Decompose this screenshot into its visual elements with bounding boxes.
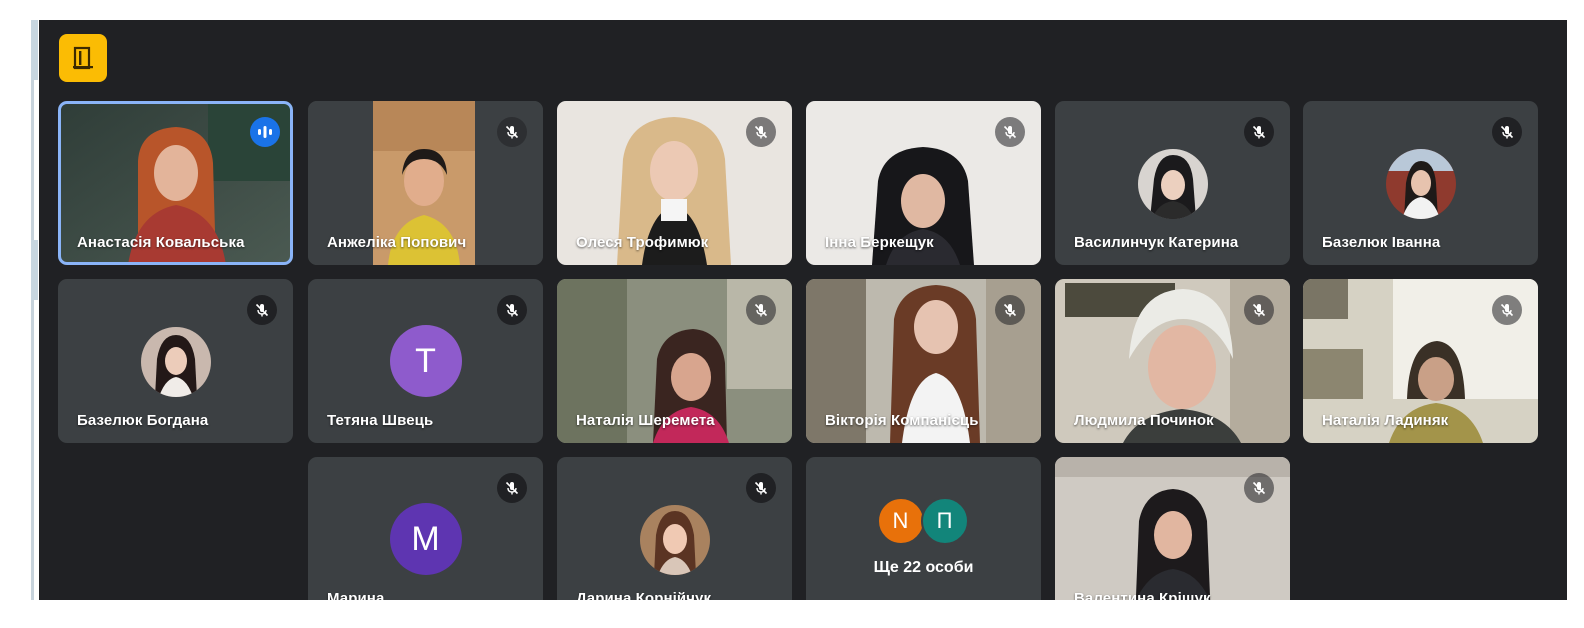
avatar-letter: N — [876, 497, 925, 545]
more-participants-label: Ще 22 особи — [873, 559, 974, 576]
avatar-letter: М — [389, 503, 462, 575]
participant-name: Олеся Трофимюк — [576, 234, 709, 251]
avatar — [140, 327, 211, 397]
participant-tile[interactable]: М Марина — [308, 457, 543, 600]
participant-name: Тетяна Швець — [327, 412, 434, 429]
mic-off-icon — [1492, 117, 1522, 147]
participant-name: Базелюк Іванна — [1322, 234, 1441, 251]
participant-name: Анастасія Ковальська — [77, 234, 245, 251]
participant-tile[interactable]: Дарина Корнійчук — [557, 457, 792, 600]
participant-tile[interactable]: Наталія Ладиняк — [1303, 279, 1538, 443]
mic-off-icon — [746, 473, 776, 503]
meeting-grid: Анастасія Ковальська Анжеліка Попович Ол… — [39, 20, 1567, 600]
avatar-letter: Т — [389, 325, 462, 397]
left-window-edge — [0, 20, 38, 600]
avatar-letter: П — [920, 497, 969, 545]
participant-name: Василинчук Катерина — [1074, 234, 1239, 251]
mic-off-icon — [247, 295, 277, 325]
participant-name: Анжеліка Попович — [327, 234, 467, 251]
mic-off-icon — [1492, 295, 1522, 325]
participant-tile[interactable]: Валентина Кріщук — [1055, 457, 1290, 600]
participant-tile[interactable]: Анжеліка Попович — [308, 101, 543, 265]
participant-tile[interactable]: Інна Беркещук — [806, 101, 1041, 265]
mic-off-icon — [1244, 117, 1274, 147]
participant-name: Наталія Шеремета — [576, 412, 715, 429]
participant-tile[interactable]: Наталія Шеремета — [557, 279, 792, 443]
speaking-indicator-icon — [250, 117, 280, 147]
participant-name: Інна Беркещук — [825, 234, 934, 251]
mic-off-icon — [1244, 473, 1274, 503]
participant-name: Дарина Корнійчук — [576, 590, 712, 600]
participant-tile[interactable]: Анастасія Ковальська — [58, 101, 293, 265]
more-participants-tile[interactable]: N П Ще 22 особи — [806, 457, 1041, 600]
participant-name: Марина — [327, 590, 385, 600]
participant-tile[interactable]: Вікторія Компанієць — [806, 279, 1041, 443]
mic-off-icon — [1244, 295, 1274, 325]
avatar — [639, 505, 710, 575]
door-exit-icon[interactable] — [59, 34, 107, 82]
participant-tile[interactable]: Василинчук Катерина — [1055, 101, 1290, 265]
avatar — [1137, 149, 1208, 219]
mic-off-icon — [497, 295, 527, 325]
participant-name: Наталія Ладиняк — [1322, 412, 1449, 429]
mic-off-icon — [995, 295, 1025, 325]
mic-off-icon — [995, 117, 1025, 147]
participant-name: Базелюк Богдана — [77, 412, 209, 429]
participant-tile[interactable]: Олеся Трофимюк — [557, 101, 792, 265]
avatar — [1385, 149, 1456, 219]
mic-off-icon — [497, 117, 527, 147]
mic-off-icon — [746, 117, 776, 147]
participant-tile[interactable]: Людмила Починок — [1055, 279, 1290, 443]
more-participants-avatars: N П — [876, 497, 971, 545]
mic-off-icon — [746, 295, 776, 325]
participant-tile[interactable]: Т Тетяна Швець — [308, 279, 543, 443]
participant-name: Людмила Починок — [1074, 412, 1214, 429]
participant-tile[interactable]: Базелюк Іванна — [1303, 101, 1538, 265]
participant-name: Вікторія Компанієць — [825, 412, 979, 429]
mic-off-icon — [497, 473, 527, 503]
participant-tile[interactable]: Базелюк Богдана — [58, 279, 293, 443]
participant-name: Валентина Кріщук — [1074, 590, 1211, 600]
